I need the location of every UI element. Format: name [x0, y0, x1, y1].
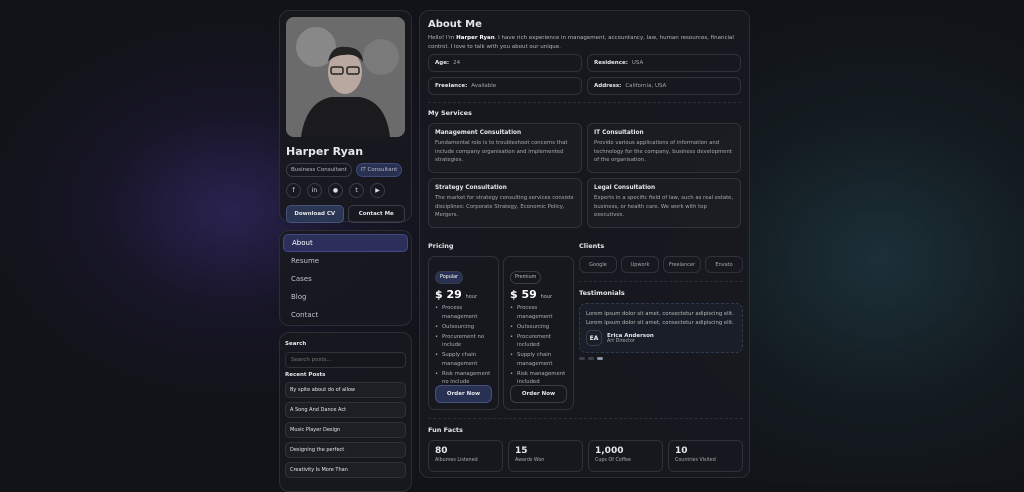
info-freelance: Freelance: Available: [428, 77, 582, 95]
profile-card: Harper Ryan Business Consultant IT Consu…: [279, 10, 412, 223]
carousel-dot-active[interactable]: [597, 357, 603, 360]
price: $ 59 hour: [510, 288, 553, 301]
search-heading: Search: [285, 341, 307, 347]
whatsapp-icon[interactable]: ●: [328, 183, 343, 198]
service-card: IT Consultation Provide various applicati…: [587, 123, 741, 173]
recent-post[interactable]: Creativity Is More Than: [285, 462, 406, 478]
service-card: Legal Consultation Experts in a specific …: [587, 178, 741, 228]
recent-post[interactable]: A Song And Dance Act: [285, 402, 406, 418]
testimonial-role: Art Director: [607, 338, 635, 344]
feature: Procurement no include: [435, 333, 492, 350]
client-google[interactable]: Google: [579, 256, 617, 273]
main-content: About Me Hello! I'm Harper Ryan. I have …: [419, 10, 750, 478]
tag-business-consultant: Business Consultant: [286, 163, 352, 177]
order-now-button[interactable]: Order Now: [510, 385, 567, 403]
service-card: Management Consultation Fundamental role …: [428, 123, 582, 173]
pricing-card-premium: Premium $ 59 hour Process management Out…: [503, 256, 574, 410]
search-input[interactable]: Search posts...: [285, 352, 406, 368]
carousel-dots: [579, 357, 603, 360]
info-residence: Residence: USA: [587, 54, 741, 72]
info-age: Age: 24: [428, 54, 582, 72]
recent-posts-heading: Recent Posts: [285, 372, 326, 378]
avatar: EA: [586, 330, 602, 346]
clients-title: Clients: [579, 242, 605, 250]
popular-badge: Popular: [435, 271, 463, 284]
carousel-dot[interactable]: [588, 357, 594, 360]
services-title: My Services: [428, 109, 472, 117]
order-now-button[interactable]: Order Now: [435, 385, 492, 403]
profile-photo: [286, 17, 405, 137]
feature: Process management: [510, 304, 567, 321]
download-cv-button[interactable]: Download CV: [286, 205, 344, 223]
recent-post[interactable]: Designing the perfect: [285, 442, 406, 458]
about-title: About Me: [428, 19, 482, 30]
client-freelancer[interactable]: Freelancer: [663, 256, 701, 273]
feature: Supply chain management: [510, 351, 567, 368]
fun-fact: 1,000 Cups Of Coffee: [588, 440, 663, 472]
fun-fact: 80 Albumes Listened: [428, 440, 503, 472]
carousel-dot[interactable]: [579, 357, 585, 360]
nav-resume[interactable]: Resume: [283, 252, 408, 270]
about-intro: Hello! I'm Harper Ryan. I have rich expe…: [428, 35, 734, 50]
feature: Risk management no include: [435, 370, 492, 387]
contact-me-button[interactable]: Contact Me: [347, 205, 405, 223]
main-nav: About Resume Cases Blog Contact: [279, 230, 412, 326]
profile-name: Harper Ryan: [286, 145, 364, 158]
twitter-icon[interactable]: t: [349, 183, 364, 198]
nav-about[interactable]: About: [283, 234, 408, 252]
youtube-icon[interactable]: ▶: [370, 183, 385, 198]
tag-it-consultant: IT Consultant: [355, 163, 403, 177]
facebook-icon[interactable]: f: [286, 183, 301, 198]
service-card: Strategy Consultation The market for stra…: [428, 178, 582, 228]
linkedin-icon[interactable]: in: [307, 183, 322, 198]
feature: Risk management included: [510, 370, 567, 387]
recent-post[interactable]: By spite about do of allow: [285, 382, 406, 398]
feature: Outsourcing: [435, 323, 492, 332]
nav-cases[interactable]: Cases: [283, 270, 408, 288]
client-upwork[interactable]: Upwork: [621, 256, 659, 273]
blog-sidebar: Search Search posts... Recent Posts By s…: [279, 332, 412, 492]
recent-post[interactable]: Music Player Design: [285, 422, 406, 438]
pricing-card-popular: Popular $ 29 hour Process management Out…: [428, 256, 499, 410]
fun-fact: 10 Countries Visited: [668, 440, 743, 472]
nav-contact[interactable]: Contact: [283, 306, 408, 324]
info-address: Address: California, USA: [587, 77, 741, 95]
pricing-title: Pricing: [428, 242, 454, 250]
feature: Supply chain management: [435, 351, 492, 368]
fun-facts-title: Fun Facts: [428, 426, 463, 434]
testimonials-title: Testimonials: [579, 289, 625, 297]
feature: Outsourcing: [510, 323, 567, 332]
testimonial-text: Lorem ipsum dolor sit amet, consectetur …: [586, 311, 734, 326]
feature: Procurement included: [510, 333, 567, 350]
testimonial-card: Lorem ipsum dolor sit amet, consectetur …: [579, 303, 743, 353]
nav-blog[interactable]: Blog: [283, 288, 408, 306]
feature: Process management: [435, 304, 492, 321]
client-envato[interactable]: Envato: [705, 256, 743, 273]
price: $ 29 hour: [435, 288, 478, 301]
testimonial-author: Erica Anderson: [607, 332, 654, 339]
fun-fact: 15 Awards Won: [508, 440, 583, 472]
premium-badge: Premium: [510, 271, 542, 284]
